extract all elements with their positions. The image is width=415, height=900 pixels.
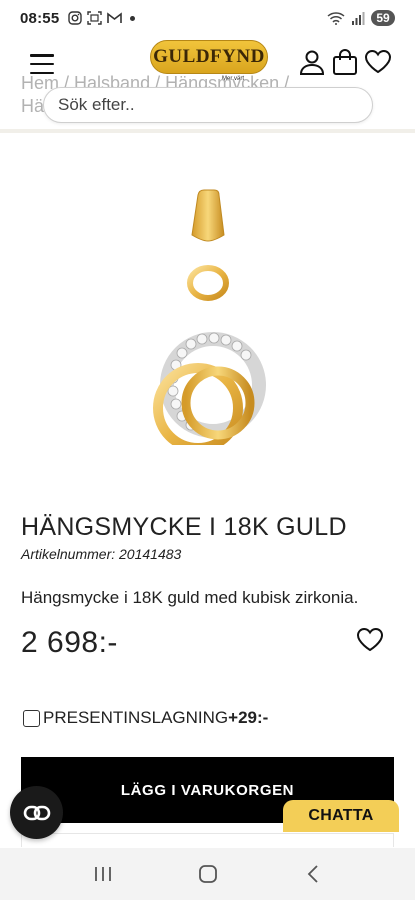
gift-wrap-checkbox[interactable] <box>23 709 40 727</box>
breadcrumb-current: Hä <box>21 96 45 116</box>
back-icon <box>307 865 318 883</box>
status-bar: 08:55 59 <box>0 0 415 36</box>
battery-indicator: 59 <box>371 10 395 26</box>
recent-apps-button[interactable] <box>83 854 123 894</box>
signal-icon <box>352 11 365 25</box>
gmail-icon <box>107 12 123 23</box>
chat-widget-button[interactable] <box>10 786 63 839</box>
instagram-icon <box>68 11 83 25</box>
status-time: 08:55 <box>20 9 60 27</box>
favorite-heart-icon[interactable] <box>356 626 384 654</box>
product-title: HÄNGSMYCKE I 18K GULD <box>21 513 347 541</box>
home-button[interactable] <box>188 854 228 894</box>
search-input[interactable] <box>44 88 372 122</box>
info-card-edge <box>21 833 394 847</box>
recent-apps-icon <box>94 867 111 881</box>
back-button[interactable] <box>293 854 333 894</box>
link-chat-icon <box>23 805 50 820</box>
search-bar <box>43 87 373 123</box>
scan-icon <box>87 11 103 25</box>
gift-wrap-option[interactable]: PRESENTINSLAGNING +29:- <box>23 708 268 728</box>
wifi-icon <box>327 12 345 25</box>
menu-icon-bar <box>30 62 54 66</box>
system-nav-bar <box>0 848 415 900</box>
product-price: 2 698:- <box>21 626 118 659</box>
menu-icon-bar <box>30 54 54 57</box>
article-number: Artikelnummer: 20141483 <box>21 546 182 562</box>
chatta-button[interactable]: CHATTA <box>283 800 399 832</box>
product-description: Hängsmycke i 18K guld med kubisk zirkoni… <box>21 588 359 607</box>
guldfynd-logo[interactable]: GULDFYND <box>150 40 268 74</box>
gift-wrap-price: +29:- <box>228 708 269 727</box>
pendant-illustration <box>152 189 266 445</box>
logo-text: GULDFYND <box>153 46 265 67</box>
product-image[interactable] <box>0 140 415 490</box>
header-divider <box>0 129 415 133</box>
gift-wrap-label: PRESENTINSLAGNING <box>43 708 229 727</box>
home-icon <box>198 865 217 883</box>
notification-dot <box>130 15 136 21</box>
